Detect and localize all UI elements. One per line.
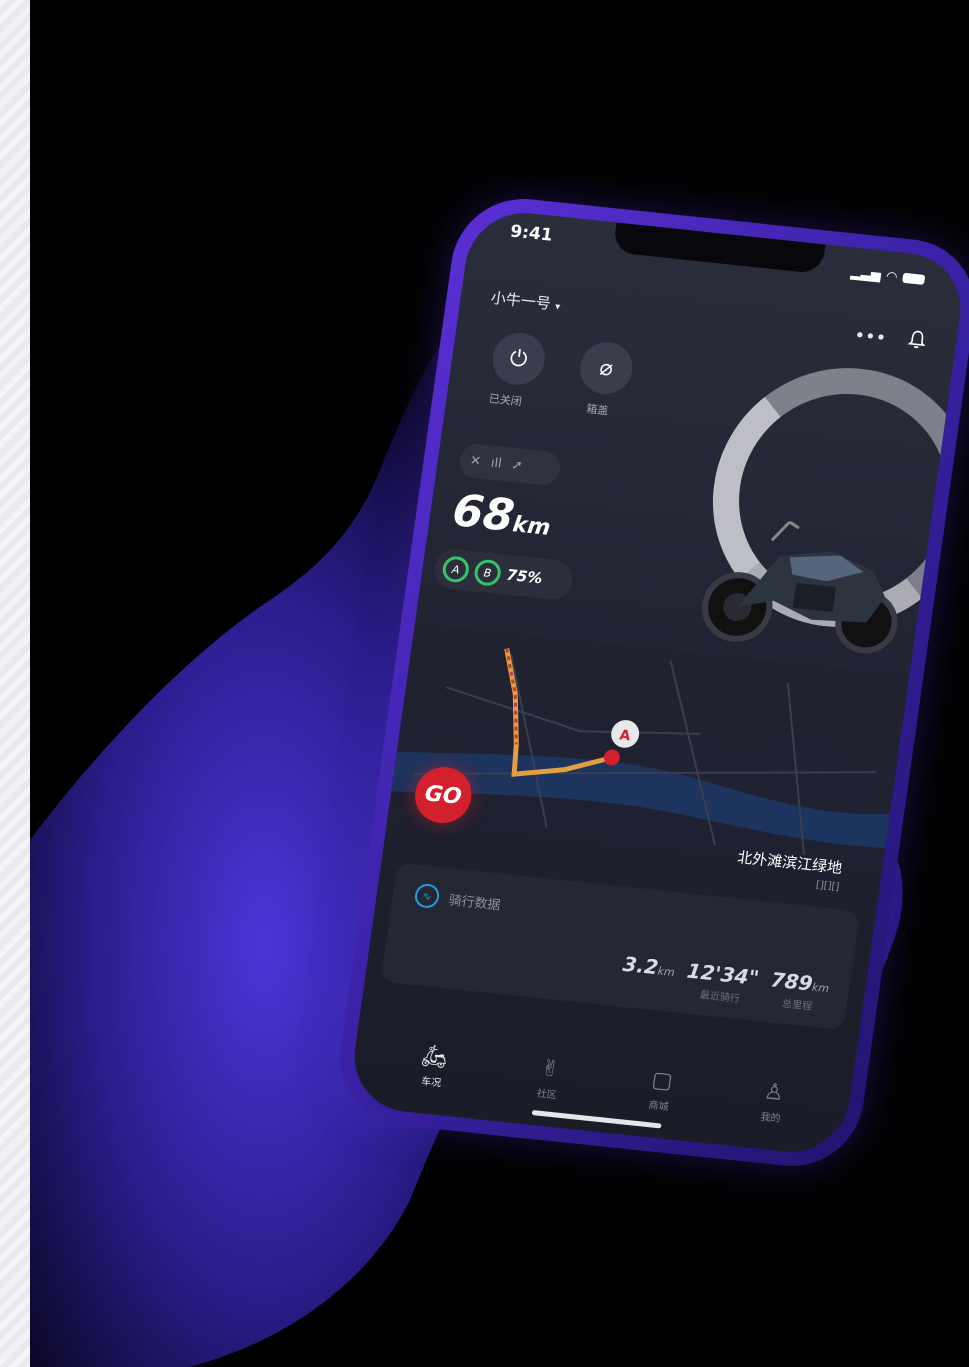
signal-icon: ▂▃▅ bbox=[849, 264, 882, 283]
battery-icon bbox=[902, 272, 926, 285]
tab-label: 商城 bbox=[647, 1100, 670, 1114]
scooter-icon: 🛵︎ bbox=[419, 1043, 451, 1071]
status-time: 9:41 bbox=[508, 221, 554, 246]
range-unit: km bbox=[511, 512, 552, 541]
status-icons: ▂▃▅ ◠ bbox=[849, 257, 927, 294]
stat-unit: km bbox=[656, 964, 676, 980]
battery-b-ring: B bbox=[472, 558, 503, 587]
cellular-icon: ıll bbox=[489, 455, 503, 472]
tab-vehicle[interactable]: 🛵︎ 车况 bbox=[416, 1043, 450, 1089]
power-icon: ⏻ bbox=[508, 345, 530, 373]
tab-community[interactable]: ✌︎ 社区 bbox=[536, 1056, 562, 1102]
app-screen: 9:41 ▂▃▅ ◠ 小牛一号 ▾ ••• ⏻ 已关闭 ⌀ 箱盖 ✕ ıll ➚… bbox=[347, 207, 968, 1158]
ride-data-card[interactable]: ∿ 骑行数据 3.2km 12'34" 最近骑行 789km 总里程 bbox=[380, 862, 861, 1031]
trend-icon: ∿ bbox=[413, 882, 441, 910]
stage: 9:41 ▂▃▅ ◠ 小牛一号 ▾ ••• ⏻ 已关闭 ⌀ 箱盖 ✕ ıll ➚… bbox=[0, 0, 969, 1367]
ride-title: 骑行数据 bbox=[447, 892, 502, 914]
motorcycle-image bbox=[702, 520, 898, 654]
stat-label: 总里程 bbox=[781, 998, 813, 1013]
ride-title-row: ∿ 骑行数据 bbox=[413, 882, 502, 916]
power-label: 已关闭 bbox=[487, 392, 523, 409]
stat-item: 12'34" 最近骑行 bbox=[683, 959, 760, 1007]
hand-icon: ✌︎ bbox=[539, 1055, 562, 1083]
battery-a-ring: A bbox=[441, 555, 471, 584]
chevron-down-icon: ▾ bbox=[554, 301, 561, 313]
range-display: 68km bbox=[449, 485, 554, 546]
map-drawing: A bbox=[391, 648, 891, 855]
battery-percent: 75% bbox=[505, 565, 544, 588]
gps-icon: ✕ bbox=[469, 452, 482, 469]
tab-profile[interactable]: ♙ 我的 bbox=[760, 1079, 786, 1125]
bag-icon: ▢ bbox=[649, 1067, 675, 1095]
vehicle-selector[interactable]: 小牛一号 ▾ bbox=[490, 287, 562, 315]
user-icon: ♙ bbox=[762, 1079, 786, 1107]
bell-icon[interactable] bbox=[906, 329, 927, 356]
stat-item: 789km 总里程 bbox=[767, 967, 831, 1014]
wifi-icon: ◠ bbox=[885, 268, 898, 285]
tab-label: 我的 bbox=[759, 1111, 782, 1125]
stat-unit: km bbox=[811, 980, 830, 996]
tab-label: 社区 bbox=[535, 1088, 558, 1102]
power-button[interactable]: ⏻ bbox=[489, 330, 549, 388]
stat-item: 3.2km bbox=[621, 952, 677, 983]
stat-value: 789 bbox=[769, 967, 815, 996]
range-value: 68 bbox=[449, 485, 518, 542]
header-actions: ••• bbox=[853, 323, 928, 355]
stat-value: 3.2 bbox=[621, 951, 660, 980]
battery-row: A B 75% bbox=[432, 547, 575, 602]
header: 小牛一号 ▾ ••• bbox=[489, 285, 927, 355]
route-map[interactable]: A bbox=[387, 623, 910, 874]
tab-shop[interactable]: ▢ 商城 bbox=[647, 1067, 674, 1113]
tab-label: 车况 bbox=[420, 1076, 442, 1090]
background-edge bbox=[0, 0, 30, 1367]
seat-icon: ⌀ bbox=[597, 355, 615, 382]
location-arrow-icon: ➚ bbox=[510, 457, 524, 474]
seat-button[interactable]: ⌀ bbox=[576, 339, 636, 397]
more-icon[interactable]: ••• bbox=[853, 325, 888, 349]
ride-stats: 3.2km 12'34" 最近骑行 789km 总里程 bbox=[619, 952, 831, 1014]
seat-label: 箱盖 bbox=[585, 402, 610, 418]
connectivity-pill: ✕ ıll ➚ bbox=[457, 442, 563, 487]
vehicle-name: 小牛一号 bbox=[489, 288, 552, 313]
home-indicator[interactable] bbox=[531, 1109, 662, 1129]
